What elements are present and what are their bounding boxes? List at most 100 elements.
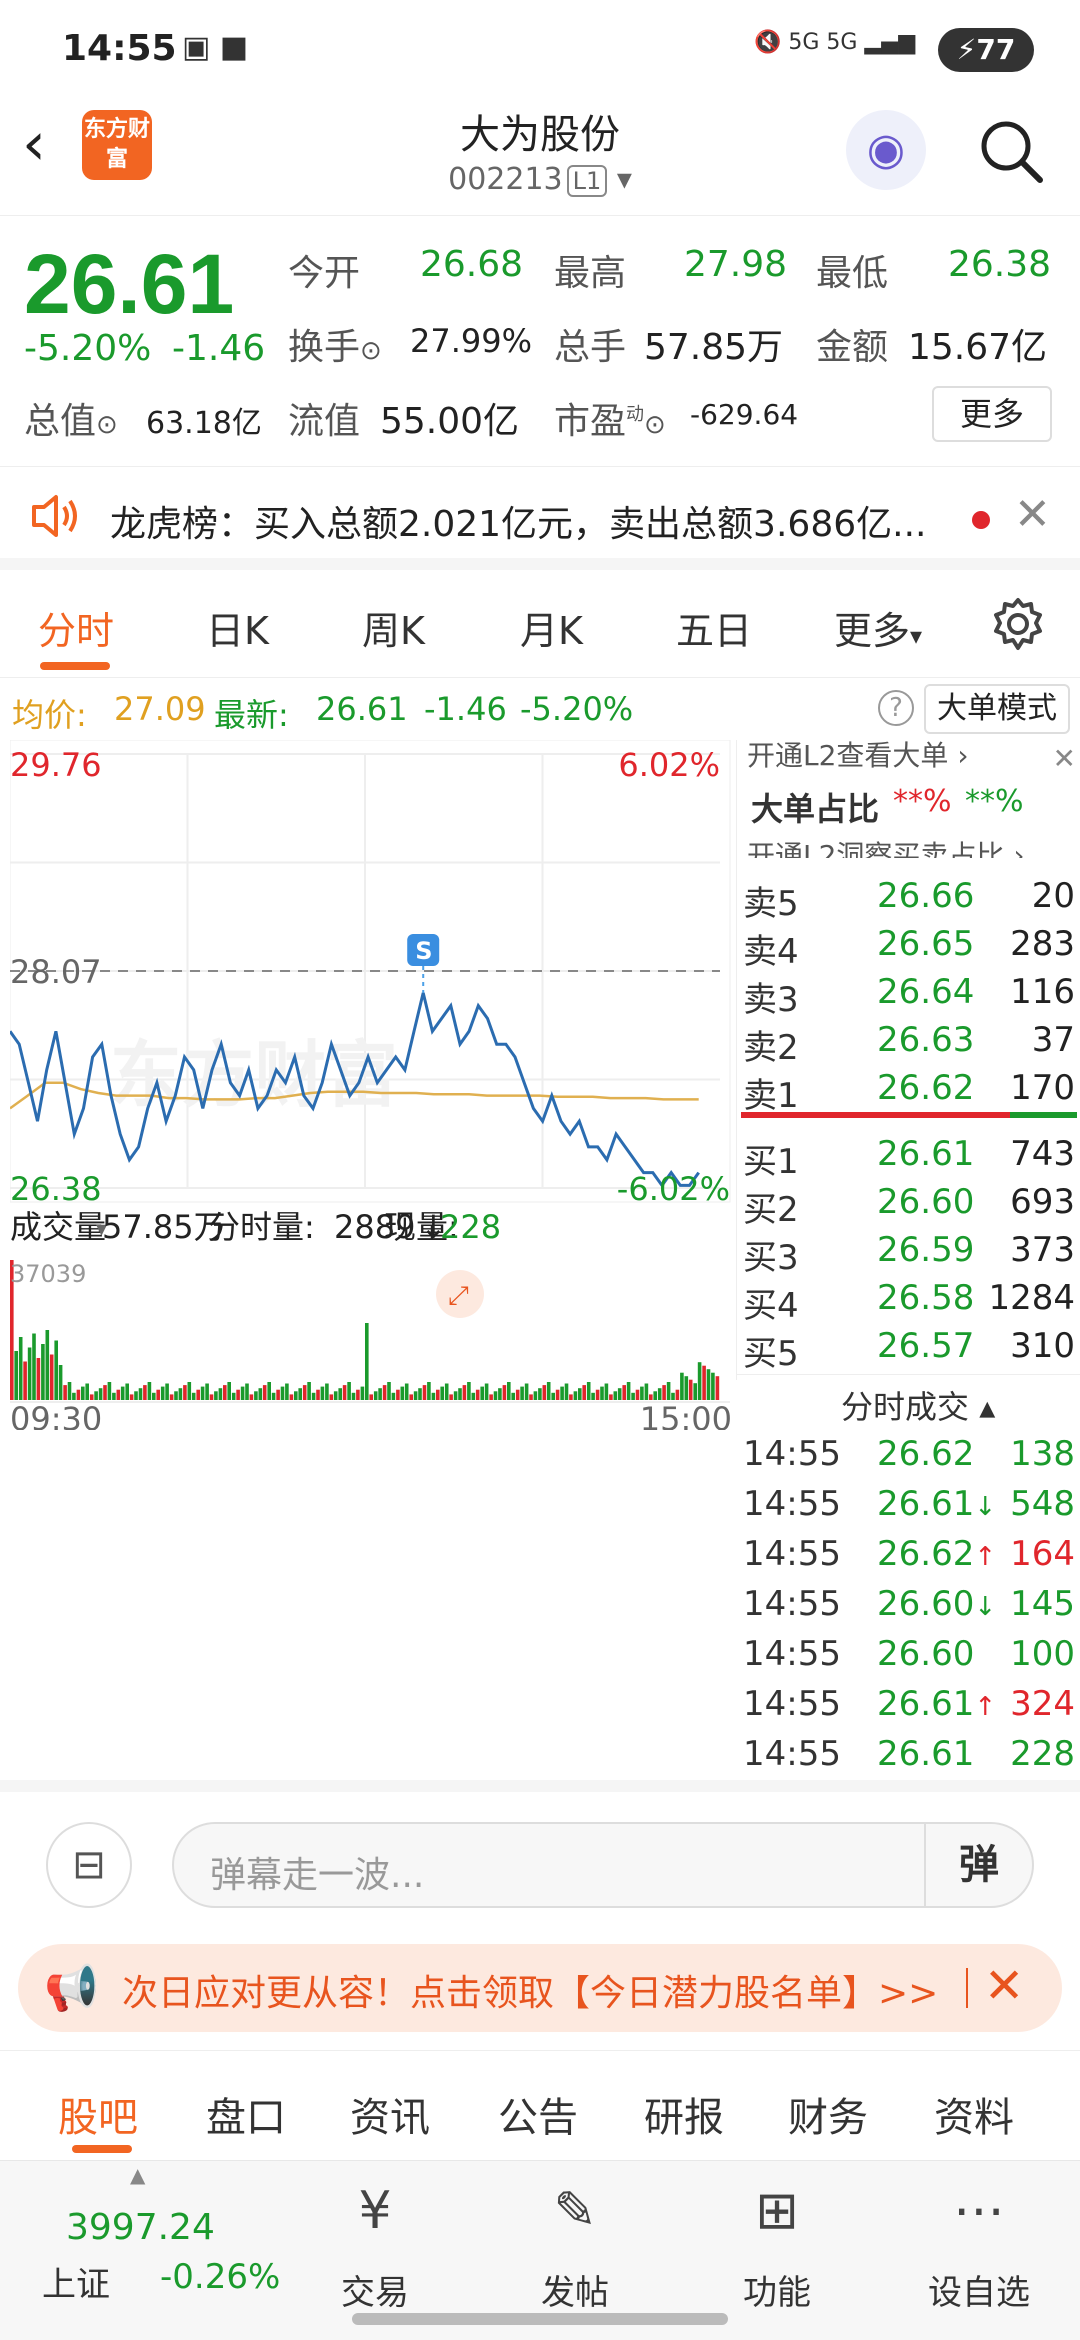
volume-bar bbox=[635, 1389, 640, 1400]
volume-bar bbox=[404, 1383, 409, 1400]
volume-bar bbox=[595, 1389, 600, 1400]
volume-bar bbox=[347, 1382, 351, 1400]
order-book-panel: 开通L2查看大单 › ✕ 大单占比 **% **% 开通L2洞察买卖占比 › 卖… bbox=[736, 739, 1080, 1774]
volume-bar bbox=[36, 1358, 41, 1400]
volume-bar bbox=[58, 1365, 63, 1400]
settings-gear-icon[interactable] bbox=[990, 596, 1046, 656]
tab-five-day[interactable]: 五日 bbox=[676, 600, 752, 655]
status-time: 14:55 bbox=[62, 28, 177, 69]
content-tabs: 股吧 盘口 资讯 公告 研报 财务 资料 bbox=[0, 2050, 1080, 2160]
tab-intraday[interactable]: 分时 bbox=[38, 600, 114, 655]
trade-price: 26.62↑ bbox=[877, 1534, 997, 1574]
help-icon[interactable]: ? bbox=[878, 690, 914, 726]
ask-price: 26.65 bbox=[877, 924, 975, 964]
volume-bar bbox=[311, 1392, 316, 1400]
tab-finance[interactable]: 财务 bbox=[788, 2085, 868, 2143]
volume-bar bbox=[711, 1372, 715, 1400]
tab-weekly-k[interactable]: 周K bbox=[362, 600, 425, 655]
ask-row[interactable]: 卖5 26.66 20 bbox=[737, 872, 1080, 924]
tab-monthly-k[interactable]: 月K bbox=[520, 600, 583, 655]
index-pct[interactable]: -0.26% bbox=[160, 2257, 280, 2297]
volume-bar bbox=[662, 1385, 666, 1400]
danmu-toggle-button[interactable]: 弹 bbox=[924, 1824, 1032, 1906]
volume-label: 成交量 bbox=[10, 1208, 106, 1246]
ask-label: 卖3 bbox=[743, 980, 799, 1020]
status-notification-icons: ▣ ■ bbox=[182, 30, 249, 65]
y-max-label: 29.76 bbox=[10, 746, 102, 784]
megaphone-icon: 📢 bbox=[44, 1963, 99, 2014]
volume-bar bbox=[427, 1382, 431, 1400]
volume-bar bbox=[462, 1385, 467, 1400]
stock-code[interactable]: 002213 L1 ▾ bbox=[340, 162, 740, 197]
volume-bar bbox=[240, 1386, 245, 1400]
chevron-up-icon[interactable]: ▲ bbox=[130, 2163, 145, 2187]
tab-orderbook[interactable]: 盘口 bbox=[206, 2085, 286, 2143]
bid-row[interactable]: 买5 26.57 310 bbox=[737, 1322, 1080, 1374]
volume-bar bbox=[582, 1385, 586, 1400]
index-value[interactable]: 3997.24 bbox=[66, 2207, 215, 2248]
l2-tip[interactable]: 开通L2查看大单 › bbox=[747, 734, 969, 774]
volume-bar bbox=[564, 1383, 569, 1400]
nav-trade[interactable]: ¥ 交易 bbox=[310, 2171, 440, 2314]
volume-bar bbox=[27, 1347, 32, 1400]
promo-text[interactable]: 次日应对更从容！点击领取【今日潜力股名单】>> bbox=[122, 1964, 938, 2016]
volume-bar bbox=[262, 1385, 267, 1400]
volume-bar bbox=[702, 1365, 706, 1400]
news-ticker[interactable]: 龙虎榜：买入总额2.021亿元，卖出总额3.686亿... ✕ bbox=[0, 466, 1080, 570]
more-quote-button[interactable]: 更多 bbox=[932, 386, 1052, 442]
tab-forum[interactable]: 股吧 bbox=[58, 2085, 138, 2143]
bid-label: 买4 bbox=[743, 1286, 799, 1326]
search-icon[interactable] bbox=[976, 116, 1046, 186]
volume-bar bbox=[369, 1394, 373, 1400]
volume-bar bbox=[298, 1388, 302, 1400]
ask-row[interactable]: 卖4 26.65 283 bbox=[737, 920, 1080, 972]
l2-tip-2[interactable]: 开通L2洞察买卖占比 › bbox=[747, 834, 1025, 858]
nav-add-watchlist[interactable]: ⋯ 设自选 bbox=[914, 2171, 1044, 2314]
last-price: 26.61 bbox=[24, 237, 235, 331]
close-icon[interactable]: ✕ bbox=[984, 1958, 1024, 2014]
volume-bar bbox=[23, 1361, 27, 1400]
ask-volume: 170 bbox=[1010, 1068, 1075, 1108]
close-l2-icon[interactable]: ✕ bbox=[1053, 742, 1076, 775]
volume-bar bbox=[453, 1391, 458, 1400]
tab-daily-k[interactable]: 日K bbox=[206, 600, 269, 655]
intraday-chart[interactable]: 东方财富 S 29.76 6.02% 28.07 26.38 -6.02% 成交… bbox=[8, 739, 732, 1438]
volume-bar bbox=[329, 1394, 334, 1400]
volume-bar bbox=[285, 1383, 289, 1400]
volume-bar bbox=[507, 1382, 511, 1400]
trade-price: 26.60 bbox=[877, 1634, 975, 1674]
tab-research[interactable]: 研报 bbox=[644, 2085, 724, 2143]
ask-row[interactable]: 卖3 26.64 116 bbox=[737, 968, 1080, 1020]
tab-announcements[interactable]: 公告 bbox=[498, 2085, 578, 2143]
back-icon[interactable]: ‹ bbox=[22, 114, 72, 176]
nav-functions[interactable]: ⊞ 功能 bbox=[712, 2171, 842, 2314]
tab-news[interactable]: 资讯 bbox=[350, 2085, 430, 2143]
bid-row[interactable]: 买2 26.60 693 bbox=[737, 1178, 1080, 1230]
ticker-text[interactable]: 龙虎榜：买入总额2.021亿元，卖出总额3.686亿... bbox=[110, 495, 950, 547]
ask-row[interactable]: 卖1 26.62 170 bbox=[737, 1064, 1080, 1116]
close-icon[interactable]: ✕ bbox=[1014, 489, 1051, 540]
ask-row[interactable]: 卖2 26.63 37 bbox=[737, 1016, 1080, 1068]
trade-time: 14:55 bbox=[743, 1634, 841, 1674]
expand-arrow-icon: ⤢ bbox=[448, 1281, 469, 1311]
index-name[interactable]: 上证 bbox=[42, 2257, 110, 2306]
trades-title[interactable]: 分时成交 ▴ bbox=[841, 1382, 995, 1428]
bid-row[interactable]: 买1 26.61 743 bbox=[737, 1130, 1080, 1182]
promo-banner[interactable]: 📢 次日应对更从容！点击领取【今日潜力股名单】>> ✕ bbox=[18, 1944, 1062, 2032]
tab-profile[interactable]: 资料 bbox=[934, 2085, 1014, 2143]
volume-bar bbox=[294, 1391, 298, 1400]
volume-bar bbox=[529, 1394, 533, 1400]
bid-row[interactable]: 买3 26.59 373 bbox=[737, 1226, 1080, 1278]
danmu-settings-icon[interactable]: ⊟ bbox=[46, 1822, 132, 1908]
assistant-robot-icon[interactable]: ◉ bbox=[846, 110, 926, 190]
volume-bar bbox=[365, 1323, 369, 1400]
volume-bar bbox=[697, 1362, 702, 1400]
bid-row[interactable]: 买4 26.58 1284 bbox=[737, 1274, 1080, 1326]
app-logo[interactable]: 东方财富 bbox=[82, 110, 152, 180]
nav-post[interactable]: ✎ 发帖 bbox=[510, 2171, 640, 2314]
tab-more[interactable]: 更多▾ bbox=[834, 600, 922, 655]
danmu-input[interactable]: 弹幕走一波... 弹 bbox=[172, 1822, 1034, 1908]
volume-bar bbox=[684, 1376, 689, 1400]
volume-bar bbox=[125, 1383, 129, 1400]
big-order-mode-button[interactable]: 大单模式 bbox=[924, 684, 1070, 734]
